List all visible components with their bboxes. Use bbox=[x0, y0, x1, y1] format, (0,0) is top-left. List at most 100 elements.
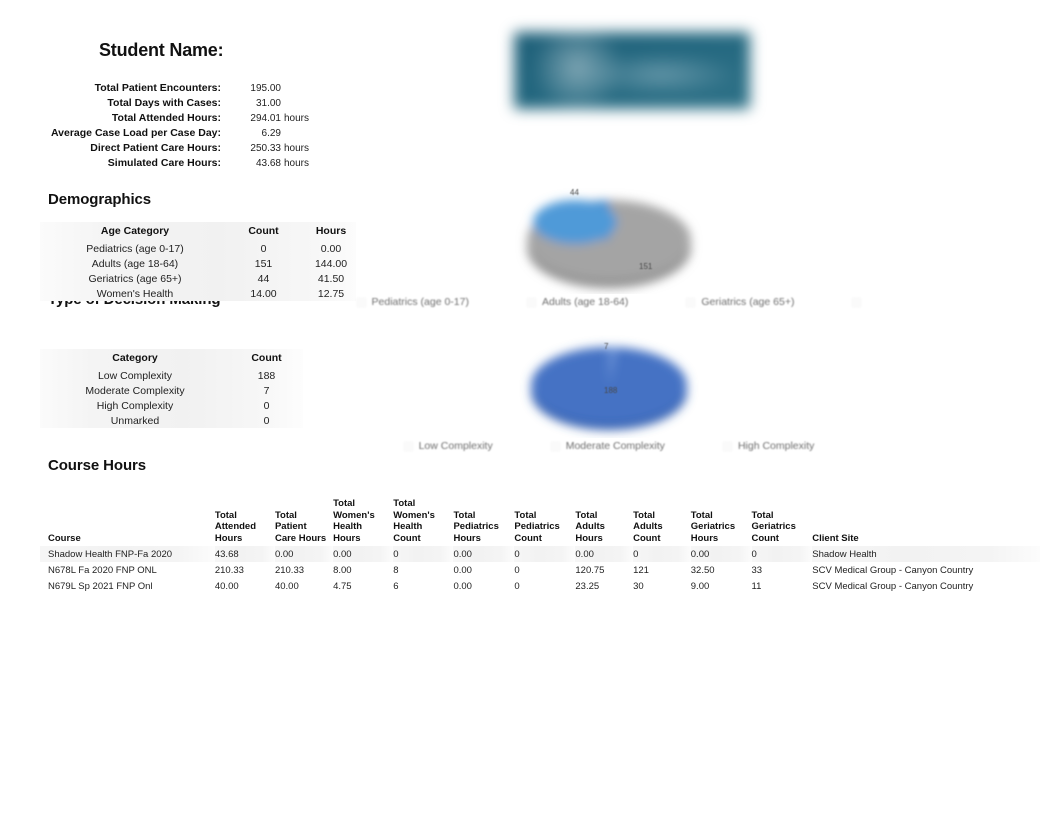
row-label: Geriatrics (age 65+) bbox=[88, 272, 182, 285]
row-value: 144.00 bbox=[314, 257, 348, 270]
row-label: Low Complexity bbox=[97, 369, 173, 382]
summary-row: Average Case Load per Case Day: 6.29 bbox=[40, 127, 380, 142]
summary-label: Total Attended Hours: bbox=[111, 112, 221, 124]
legend-item[interactable] bbox=[852, 296, 862, 308]
decision-making-pie-chart[interactable]: 7 188 Low Complexity Moderate Complexity H… bbox=[356, 330, 862, 454]
course-value-cell: 0.00 bbox=[274, 546, 334, 562]
course-value-cell: 120.75 bbox=[575, 564, 605, 576]
summary-unit: hours bbox=[284, 143, 310, 154]
row-value: 7 bbox=[263, 384, 270, 397]
course-value-cell: 0 bbox=[514, 546, 576, 562]
legend-swatch-icon bbox=[722, 441, 732, 451]
legend-label: Geriatrics (age 65+) bbox=[701, 296, 795, 308]
column-header[interactable]: Total Geriatrics Count bbox=[752, 498, 813, 546]
column-header[interactable]: Client Site bbox=[812, 498, 1040, 546]
column-header[interactable]: Course bbox=[40, 498, 215, 546]
demographics-pie-chart[interactable]: 44 151 Pediatrics (age 0-17) Adults (age … bbox=[356, 182, 862, 310]
course-name-cell: N678L Fa 2020 FNP ONL bbox=[48, 564, 157, 576]
table-row: Adults (age 18-64) 151 144.00 bbox=[40, 256, 365, 271]
column-header: Hours bbox=[315, 225, 347, 237]
row-label: High Complexity bbox=[96, 399, 174, 412]
column-header[interactable]: Total Patient Care Hours bbox=[275, 498, 333, 546]
legend-swatch-icon bbox=[526, 297, 536, 307]
column-header[interactable]: Total Geriatrics Hours bbox=[691, 498, 752, 546]
course-value-cell: 40.00 bbox=[214, 580, 239, 592]
table-row: Women's Health 14.00 12.75 bbox=[40, 286, 365, 301]
course-value-cell: 210.33 bbox=[214, 564, 244, 576]
column-header[interactable]: Total Attended Hours bbox=[215, 498, 275, 546]
decision-making-table: Category Count Low Complexity 188 Moderate … bbox=[40, 349, 303, 428]
course-value-cell: 30 bbox=[633, 580, 644, 592]
legend-item[interactable]: High Complexity bbox=[722, 440, 815, 452]
column-header[interactable]: Total Pediatrics Count bbox=[514, 498, 575, 546]
legend-item[interactable]: Geriatrics (age 65+) bbox=[686, 296, 794, 308]
row-value: 41.50 bbox=[317, 272, 345, 285]
row-value: 0 bbox=[260, 242, 267, 255]
summary-stats: Total Patient Encounters: 195.00 Total Day… bbox=[40, 82, 380, 172]
pie-data-label: 188 bbox=[604, 386, 618, 395]
column-header[interactable]: Total Women's Health Count bbox=[393, 498, 453, 546]
legend-item[interactable]: Moderate Complexity bbox=[550, 440, 665, 452]
course-value-cell: 0 bbox=[514, 564, 520, 576]
row-label: Pediatrics (age 0-17) bbox=[86, 242, 184, 255]
course-name-cell: Shadow Health FNP-Fa 2020 bbox=[40, 546, 215, 562]
pie-data-label: 151 bbox=[639, 262, 653, 271]
legend-swatch-icon bbox=[852, 297, 862, 307]
page-title: Student Name: bbox=[99, 40, 224, 60]
course-value-cell: Shadow Health bbox=[812, 546, 1040, 562]
column-header[interactable]: Total Adults Count bbox=[633, 498, 691, 546]
pie-data-label: 7 bbox=[604, 342, 609, 351]
pie-graphic bbox=[509, 186, 709, 299]
legend-item[interactable]: Adults (age 18-64) bbox=[526, 296, 628, 308]
course-value-cell: 0.00 bbox=[453, 564, 472, 576]
column-header[interactable]: Total Adults Hours bbox=[575, 498, 633, 546]
row-value: 151 bbox=[254, 257, 273, 270]
legend-label: Moderate Complexity bbox=[565, 440, 665, 452]
summary-value: 250.33 hours bbox=[221, 143, 309, 154]
table-row: Moderate Complexity 7 bbox=[40, 383, 303, 398]
row-label: Moderate Complexity bbox=[85, 384, 185, 397]
table-row: Low Complexity 188 bbox=[40, 368, 303, 383]
course-value-cell: 0.00 bbox=[575, 546, 634, 562]
course-value-cell: 4.75 bbox=[333, 580, 352, 592]
course-value-cell: 0.00 bbox=[333, 546, 394, 562]
legend-label: Pediatrics (age 0-17) bbox=[371, 296, 469, 308]
course-value-cell: 6 bbox=[393, 580, 399, 592]
course-value-cell: 33 bbox=[751, 564, 763, 576]
summary-label: Average Case Load per Case Day: bbox=[50, 127, 221, 139]
summary-value: 195.00 bbox=[221, 83, 281, 94]
row-value: 12.75 bbox=[317, 287, 345, 300]
summary-unit: hours bbox=[284, 158, 310, 169]
summary-number: 294.01 bbox=[250, 113, 281, 124]
column-header: Count bbox=[248, 225, 279, 237]
legend-item[interactable]: Low Complexity bbox=[403, 440, 493, 452]
course-value-cell: 40.00 bbox=[274, 580, 299, 592]
chart-legend: Pediatrics (age 0-17) Adults (age 18-64) G… bbox=[356, 296, 862, 308]
column-header: Count bbox=[251, 352, 282, 364]
legend-label: High Complexity bbox=[737, 440, 815, 452]
summary-unit: hours bbox=[284, 113, 310, 124]
legend-item[interactable]: Pediatrics (age 0-17) bbox=[356, 296, 469, 308]
course-value-cell: 210.33 bbox=[274, 564, 305, 576]
legend-swatch-icon bbox=[550, 441, 560, 451]
course-value-cell: 0 bbox=[751, 546, 813, 562]
legend-swatch-icon bbox=[686, 297, 696, 307]
summary-value: 6.29 bbox=[221, 128, 281, 139]
column-header[interactable]: Total Women's Health Hours bbox=[333, 498, 393, 546]
row-value: 0 bbox=[263, 414, 270, 427]
summary-row: Total Days with Cases: 31.00 bbox=[40, 97, 380, 112]
column-header[interactable]: Total Pediatrics Hours bbox=[453, 498, 514, 546]
table-header-row: Course Total Attended Hours Total Patient … bbox=[40, 498, 1040, 546]
table-header-row: Category Count bbox=[40, 349, 303, 368]
column-header: Category bbox=[112, 352, 158, 364]
course-value-cell: 8 bbox=[393, 564, 399, 576]
section-title-demographics: Demographics bbox=[48, 191, 151, 208]
summary-row: Simulated Care Hours: 43.68 hours bbox=[40, 157, 380, 172]
course-value-cell: 0.00 bbox=[690, 546, 752, 562]
table-row: N679L Sp 2021 FNP Onl 40.00 40.00 4.75 6 0.00… bbox=[40, 578, 1040, 594]
organization-logo-banner-icon bbox=[514, 32, 750, 109]
legend-label: Low Complexity bbox=[418, 440, 493, 452]
course-value-cell: 9.00 bbox=[690, 580, 710, 592]
legend-swatch-icon bbox=[403, 441, 413, 451]
summary-number: 250.33 bbox=[250, 143, 281, 154]
